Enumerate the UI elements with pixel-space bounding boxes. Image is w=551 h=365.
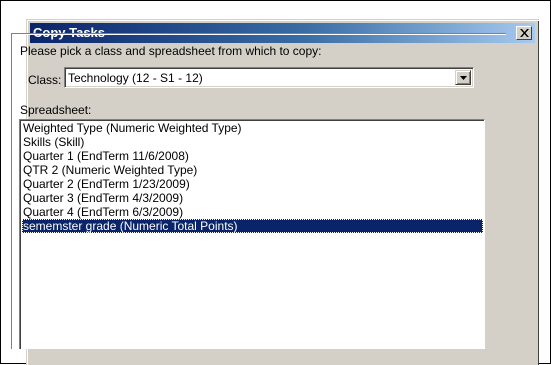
class-dropdown[interactable]: Technology (12 - S1 - 12): [64, 67, 474, 88]
list-item[interactable]: Quarter 1 (EndTerm 11/6/2008): [22, 149, 483, 163]
list-item[interactable]: Skills (Skill): [22, 135, 483, 149]
list-item[interactable]: Quarter 2 (EndTerm 1/23/2009): [22, 177, 483, 191]
spreadsheet-label: Spreadsheet:: [20, 103, 92, 117]
list-item[interactable]: sememster grade (Numeric Total Points): [22, 219, 483, 233]
class-dropdown-button[interactable]: [455, 70, 471, 85]
list-item[interactable]: Weighted Type (Numeric Weighted Type): [22, 121, 483, 135]
chevron-down-icon: [460, 76, 467, 80]
class-dropdown-value: Technology (12 - S1 - 12): [68, 71, 203, 85]
list-item[interactable]: Quarter 4 (EndTerm 6/3/2009): [22, 205, 483, 219]
close-button[interactable]: [516, 26, 532, 40]
spreadsheet-listbox[interactable]: Weighted Type (Numeric Weighted Type) Ski…: [19, 119, 485, 349]
instruction-text: Please pick a class and spreadsheet from…: [20, 44, 322, 58]
class-label: Class:: [28, 73, 62, 87]
close-icon: [520, 29, 529, 37]
list-item[interactable]: QTR 2 (Numeric Weighted Type): [22, 163, 483, 177]
list-item[interactable]: Quarter 3 (EndTerm 4/3/2009): [22, 191, 483, 205]
